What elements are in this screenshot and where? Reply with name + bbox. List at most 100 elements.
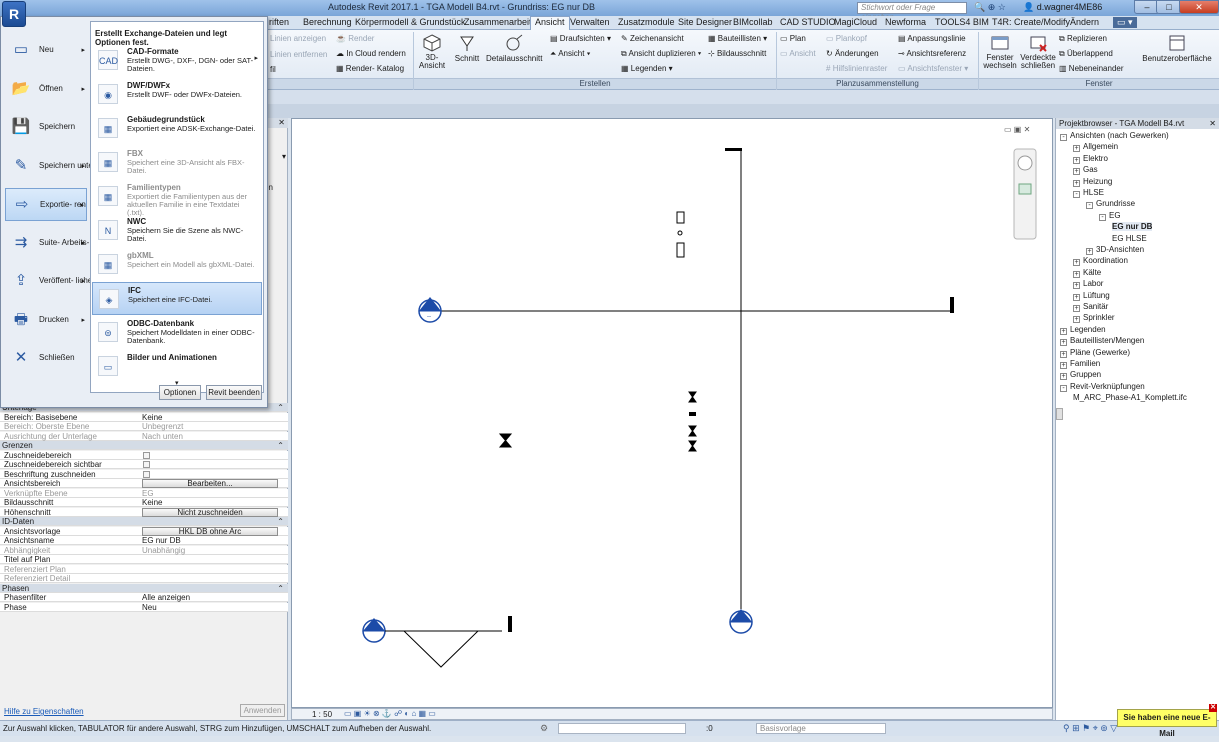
property-value[interactable]: EG (142, 489, 154, 498)
email-notification[interactable]: Sie haben eine neue E-Mail ✕ (1117, 704, 1217, 738)
options-button[interactable]: Optionen (159, 385, 201, 400)
expander-icon[interactable]: + (1060, 350, 1067, 358)
tree-node[interactable]: + Legenden (1060, 325, 1106, 335)
tree-node[interactable]: - Revit-Verknüpfungen (1060, 382, 1145, 392)
property-value[interactable]: Keine (142, 498, 162, 507)
property-row[interactable]: Bereich: Basisebene Keine (0, 412, 288, 422)
tree-node[interactable]: + Pläne (Gewerke) (1060, 348, 1130, 358)
export-option[interactable]: ▦ Familientypen Exportiert die Familientyp… (92, 180, 262, 217)
property-row[interactable]: Ansichtsname EG nur DB (0, 536, 288, 545)
close-hidden-button[interactable]: Verdeckte schließen (1020, 34, 1056, 70)
property-row[interactable]: Beschriftung zuschneiden (0, 469, 288, 479)
workset-dropdown[interactable] (558, 723, 686, 734)
app-menu-item[interactable]: ▭ Neu ▸ (5, 34, 87, 67)
tree-node[interactable]: EG nur DB (1112, 222, 1153, 232)
view-control-icons[interactable]: ▭ ▣ ☀ ⊗ ⚓ ☍ ◐ ⌂ ▦ ▭ (344, 709, 436, 718)
app-menu-item[interactable]: 💾 Speichern (5, 111, 87, 144)
property-row[interactable]: Phasenfilter Alle anzeigen (0, 593, 288, 602)
view-reference-button[interactable]: ⊸ Ansichtsreferenz (898, 49, 966, 58)
expander-icon[interactable]: + (1086, 248, 1093, 255)
expander-icon[interactable]: + (1073, 259, 1080, 267)
tab-tools4bim[interactable]: TOOLS4 BIM (935, 17, 989, 27)
expander-icon[interactable]: + (1073, 305, 1080, 312)
collapse-icon[interactable]: ⌃ (277, 441, 284, 450)
property-row[interactable]: Titel auf Plan (0, 555, 288, 564)
close-icon[interactable]: ✕ (1209, 704, 1217, 712)
switch-windows-button[interactable]: Fenster wechseln (982, 34, 1018, 70)
application-menu-button[interactable]: R (2, 1, 26, 27)
tree-node[interactable]: - EG (1099, 211, 1121, 221)
property-row[interactable]: Abhängigkeit Unabhängig (0, 545, 288, 555)
app-menu-item[interactable]: 🖶 Drucken ▸ (5, 304, 87, 337)
scrollbar-thumb[interactable] (1056, 408, 1063, 420)
place-view-button[interactable]: ▭ Ansicht (780, 49, 816, 58)
cascade-button[interactable]: ⧉ Überlappend (1059, 49, 1113, 59)
property-checkbox[interactable] (143, 470, 150, 478)
workset-icon[interactable]: ⚙ (540, 723, 548, 734)
viewport-button[interactable]: ▭ Ansichtsfenster ▾ (898, 64, 968, 73)
tab-site-designer[interactable]: Site Designer (678, 17, 732, 27)
collapse-icon[interactable]: ⌃ (277, 584, 284, 593)
section-button[interactable]: Schnitt (452, 34, 482, 63)
export-option[interactable]: ⊜ ODBC-Datenbank Speichert Modelldaten in … (92, 316, 262, 349)
property-value[interactable]: Unbegrenzt (142, 422, 183, 431)
expander-icon[interactable]: - (1060, 134, 1067, 141)
close-button[interactable]: ✕ (1179, 0, 1219, 14)
expander-icon[interactable]: - (1073, 191, 1080, 198)
export-option[interactable]: ▦ gbXML Speichert ein Modell als gbXML-Dat… (92, 248, 262, 281)
collapse-icon[interactable]: ⌃ (277, 403, 284, 412)
bauteillisten-button[interactable]: ▦ Bauteillisten ▾ (708, 34, 767, 43)
tree-node[interactable]: - HLSE (1073, 188, 1104, 198)
tree-node[interactable]: + Allgemein (1073, 142, 1118, 153)
property-row[interactable]: Zuschneidebereich sichtbar (0, 460, 288, 469)
property-value[interactable]: Nach unten (142, 432, 183, 441)
close-icon[interactable]: ✕ (1209, 118, 1216, 129)
tree-node[interactable]: + Koordination (1073, 256, 1128, 267)
tree-node[interactable]: +3D-Ansichten (1086, 245, 1144, 255)
collapse-icon[interactable]: ⌃ (277, 517, 284, 526)
draufsichten-button[interactable]: ▤ Draufsichten ▾ (550, 34, 611, 43)
tree-node[interactable]: M_ARC_Phase-A1_Komplett.ifc (1073, 393, 1187, 402)
tree-node[interactable]: + Labor (1073, 279, 1103, 290)
tree-node[interactable]: + Heizung (1073, 177, 1112, 187)
tab-t4r[interactable]: T4R: Create/Modify (992, 17, 1070, 27)
property-group-header[interactable]: Grenzen ⌃ (0, 441, 288, 450)
export-option[interactable]: N NWC Speichern Sie die Szene als NWC-Date… (92, 214, 262, 247)
property-button[interactable]: HKL DB ohne Arc (142, 526, 278, 536)
tree-node[interactable]: + Elektro (1073, 154, 1108, 164)
tab-aendern[interactable]: Ändern (1070, 17, 1099, 27)
tab-newforma[interactable]: Newforma (885, 17, 926, 27)
expander-icon[interactable]: + (1073, 168, 1080, 176)
tree-node[interactable]: + Sanitär (1073, 302, 1108, 312)
property-value[interactable]: EG nur DB (142, 536, 181, 545)
property-group-header[interactable]: Phasen ⌃ (0, 583, 288, 593)
property-row[interactable]: Phase Neu (0, 602, 288, 612)
design-option-dropdown[interactable]: Basisvorlage (756, 723, 886, 734)
help-search-input[interactable]: Stichwort oder Frage eingeben (857, 2, 967, 22)
exit-revit-button[interactable]: Revit beenden (206, 385, 262, 400)
cloud-render-button[interactable]: ☁ In Cloud rendern (336, 49, 406, 58)
property-value[interactable]: Alle anzeigen (142, 593, 190, 602)
duplicate-view-button[interactable]: ⧉ Ansicht duplizieren ▾ (621, 49, 701, 59)
property-row[interactable]: Bereich: Oberste Ebene Unbegrenzt (0, 422, 288, 431)
tab-ansicht[interactable]: Ansicht (530, 16, 570, 30)
export-option[interactable]: ◈ IFC Speichert eine IFC-Datei. (92, 282, 262, 315)
app-menu-item[interactable]: ⇪ Veröffent- lichen ▸ (5, 265, 97, 298)
expander-icon[interactable]: + (1073, 282, 1080, 290)
zeichenansicht-button[interactable]: ✎ Zeichenansicht (621, 34, 684, 43)
app-menu-item[interactable]: ✎ Speichern unter ▸ (5, 150, 96, 183)
tree-node[interactable]: + Gas (1073, 165, 1098, 176)
view-scale[interactable]: 1 : 50 (312, 710, 332, 719)
drawing-canvas[interactable]: -- ▭ ▣ ✕ (291, 118, 1053, 708)
tree-node[interactable]: + Sprinkler (1073, 313, 1115, 324)
floor-plan-drawing[interactable]: -- ▭ ▣ ✕ (292, 119, 1054, 709)
expander-icon[interactable]: + (1060, 362, 1067, 369)
tab-bimcollab[interactable]: BIMcollab (733, 17, 773, 27)
tree-node[interactable]: + Kälte (1073, 268, 1101, 278)
export-option[interactable]: ▦ FBX Speichert eine 3D-Ansicht als FBX-Da… (92, 146, 262, 179)
property-row[interactable]: Verknüpfte Ebene EG (0, 488, 288, 498)
bildausschnitt-button[interactable]: ⊹ Bildausschnitt (708, 49, 766, 58)
type-dropdown-icon[interactable]: ▾ (282, 152, 286, 161)
ansicht-dropdown[interactable]: ⏶ Ansicht ▾ (550, 49, 591, 59)
expander-icon[interactable]: + (1073, 156, 1080, 164)
